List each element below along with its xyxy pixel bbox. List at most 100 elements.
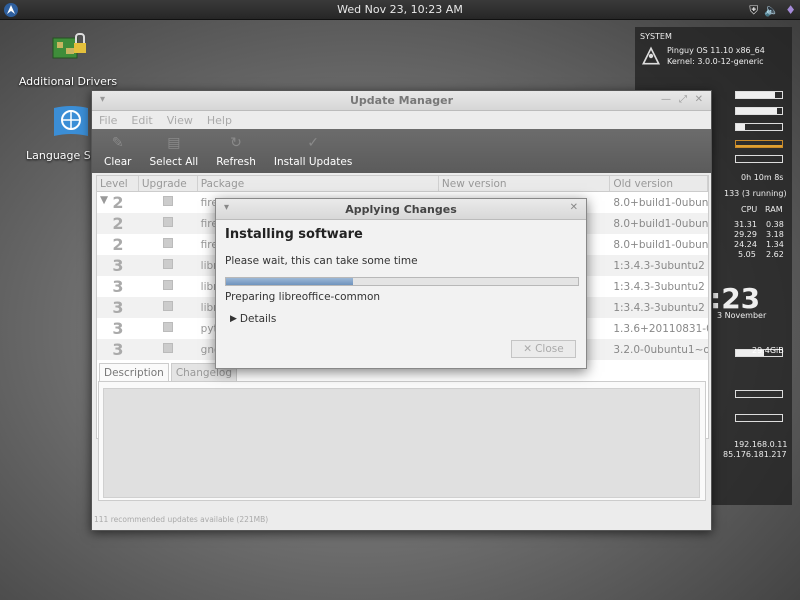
refresh-icon: ↻: [230, 135, 242, 151]
menu-help[interactable]: Help: [207, 114, 232, 127]
upload-bar: [735, 390, 783, 398]
upgrade-checkbox[interactable]: [163, 217, 174, 227]
conky-proc-ram: 2.62: [766, 250, 784, 259]
brush-icon: ✎: [111, 135, 124, 151]
column-old-version[interactable]: Old version: [610, 176, 708, 191]
row-old-version: 3.2.0-0ubuntu1~one: [613, 343, 708, 356]
tab-description[interactable]: Description: [99, 363, 169, 382]
conky-disk: 29.4GiB: [752, 346, 784, 355]
row-level: 3: [112, 298, 124, 317]
document-icon: ▤: [167, 135, 181, 151]
details-expander[interactable]: ▶ Details: [230, 313, 276, 325]
clear-button-label: Clear: [104, 156, 132, 168]
upgrade-checkbox[interactable]: [163, 259, 174, 269]
select-all-button[interactable]: ▤ Select All: [149, 135, 198, 168]
description-text-area[interactable]: [103, 388, 700, 498]
menu-file[interactable]: File: [99, 114, 117, 127]
menu-view[interactable]: View: [167, 114, 193, 127]
clear-button[interactable]: ✎ Clear: [104, 135, 131, 168]
dialog-title: Applying Changes: [345, 203, 457, 216]
penguin-icon: [641, 46, 661, 65]
memory-bar: [735, 107, 783, 115]
conky-proc-cpu: 29.29: [734, 230, 757, 239]
applying-changes-dialog: ▾ Applying Changes ✕ Installing software…: [215, 198, 587, 369]
upgrade-checkbox[interactable]: [163, 301, 174, 311]
upgrade-checkbox[interactable]: [163, 196, 174, 206]
row-old-version: 1:3.4.3-3ubuntu2: [613, 280, 705, 293]
top-panel: Wed Nov 23, 10:23 AM ⛨ 🔈 ♦: [0, 0, 800, 20]
upgrade-checkbox[interactable]: [163, 343, 174, 353]
close-icon[interactable]: ✕: [695, 94, 703, 105]
row-old-version: 8.0+build1-0ubuntu: [613, 238, 709, 251]
upgrade-checkbox[interactable]: [163, 322, 174, 332]
upgrade-checkbox[interactable]: [163, 280, 174, 290]
row-level: 3: [112, 256, 124, 275]
cpu-bar: [735, 91, 783, 99]
system-tray: ⛨ 🔈 ♦: [749, 1, 796, 19]
column-package[interactable]: Package: [198, 176, 439, 191]
install-updates-button-label: Install Updates: [273, 156, 353, 168]
conky-processes: 133 (3 running): [724, 189, 787, 198]
language-flag-icon: [54, 106, 88, 136]
panel-clock[interactable]: Wed Nov 23, 10:23 AM: [0, 3, 800, 16]
swap-bar: [735, 123, 783, 131]
table-header: Level ▼ Upgrade Package New version Old …: [97, 176, 708, 206]
dialog-titlebar[interactable]: ▾ Applying Changes ✕: [216, 199, 586, 220]
desktop-icon-label: Additional Drivers: [18, 75, 118, 88]
column-level[interactable]: Level ▼: [97, 176, 139, 206]
column-new-version[interactable]: New version: [439, 176, 611, 191]
user-status-icon[interactable]: ♦: [785, 3, 796, 17]
download-bar: [735, 414, 783, 422]
shield-icon[interactable]: ⛨: [749, 3, 758, 18]
conky-os-info: Pinguy OS 11.10 x86_64 Kernel: 3.0.0-12-…: [667, 45, 765, 67]
row-level: 2: [112, 235, 124, 254]
checkmark-icon: ✓: [307, 135, 319, 151]
install-progress-bar: [225, 277, 579, 286]
minimize-icon[interactable]: —: [661, 94, 671, 105]
conky-proc-cpu: 24.24: [734, 240, 757, 249]
conky-date: 3 November: [717, 311, 767, 320]
install-updates-button[interactable]: ✓ Install Updates: [274, 135, 352, 168]
row-old-version: 8.0+build1-0ubuntu: [613, 217, 709, 230]
volume-icon[interactable]: 🔈: [764, 3, 779, 17]
refresh-button[interactable]: ↻ Refresh: [216, 135, 256, 168]
conky-ip-local: 192.168.0.11: [734, 440, 788, 449]
toolbar: ✎ Clear ▤ Select All ↻ Refresh ✓ Install…: [92, 129, 711, 173]
row-old-version: 1.3.6+20110831-0ub: [613, 322, 708, 335]
dialog-message: Please wait, this can take some time: [225, 255, 418, 267]
desktop-icon-additional-drivers[interactable]: Additional Drivers: [13, 28, 123, 88]
description-panel: [98, 381, 706, 501]
status-text: 111 recommended updates available (221MB…: [94, 515, 269, 524]
install-progress-fill: [226, 278, 353, 285]
update-manager-titlebar[interactable]: ▾ Update Manager — ⤢ ✕: [92, 91, 711, 111]
conky-ram-label: RAM: [765, 205, 783, 214]
column-upgrade[interactable]: Upgrade: [139, 176, 198, 191]
conky-proc-ram: 0.38: [766, 220, 784, 229]
conky-proc-cpu: 31.31: [734, 220, 757, 229]
close-button[interactable]: ✕ Close: [511, 340, 576, 358]
row-level: 3: [112, 277, 124, 296]
menubar: File Edit View Help: [92, 111, 711, 129]
disk-io-bar: [735, 155, 783, 163]
row-level: 2: [112, 214, 124, 233]
details-label: Details: [239, 313, 277, 325]
conky-cpu-label: CPU: [741, 205, 758, 214]
upgrade-checkbox[interactable]: [163, 238, 174, 248]
window-title: Update Manager: [349, 94, 454, 107]
row-old-version: 8.0+build1-0ubuntu: [613, 196, 709, 209]
conky-proc-cpu: 5.05: [738, 250, 756, 259]
close-icon: ✕: [523, 343, 533, 355]
driver-chip-icon: [52, 33, 86, 59]
expander-arrow-icon: ▶: [230, 314, 237, 324]
conky-header: SYSTEM: [640, 32, 672, 41]
select-all-button-label: Select All: [149, 156, 199, 168]
dialog-close-icon[interactable]: ✕: [570, 202, 578, 213]
install-status: Preparing libreoffice-common: [225, 291, 381, 303]
conky-proc-ram: 3.18: [766, 230, 784, 239]
network-graph: [735, 140, 783, 148]
maximize-icon[interactable]: ⤢: [679, 94, 687, 105]
menu-edit[interactable]: Edit: [131, 114, 152, 127]
row-level: 3: [112, 340, 124, 359]
conky-uptime: 0h 10m 8s: [741, 173, 784, 182]
row-level: 2: [112, 193, 124, 212]
